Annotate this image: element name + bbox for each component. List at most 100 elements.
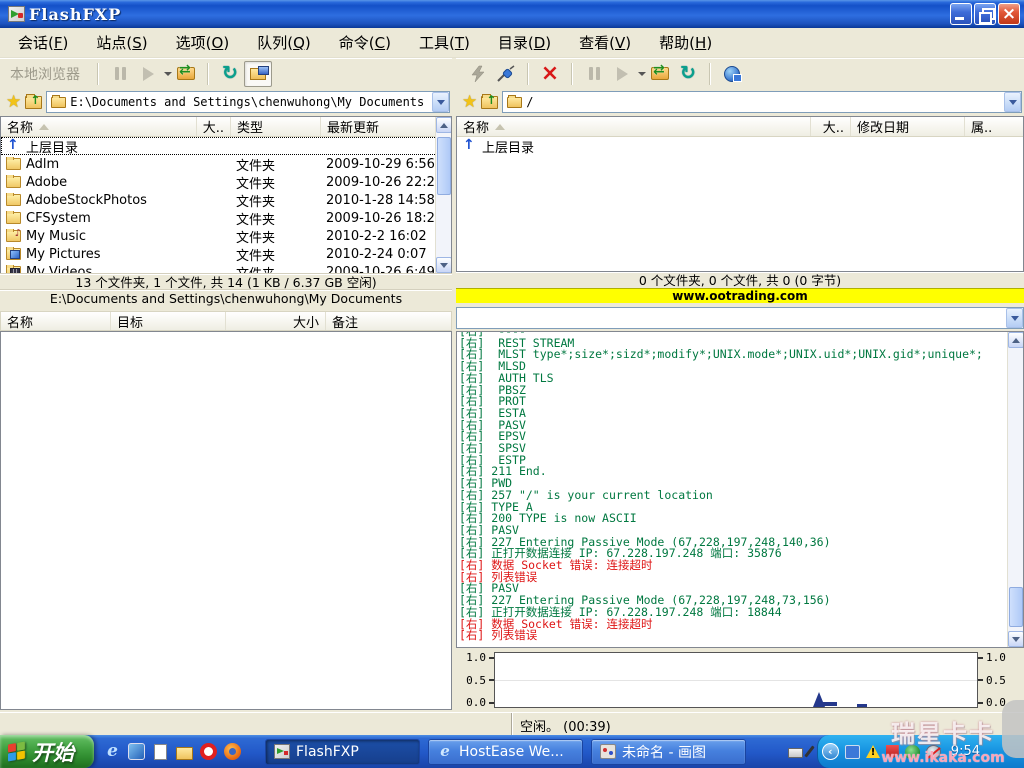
- local-view-toggle-button[interactable]: [244, 61, 272, 87]
- up-directory-icon[interactable]: [25, 96, 42, 109]
- refresh-button[interactable]: ↻: [216, 61, 244, 87]
- log-scroll-down-button[interactable]: [1008, 631, 1024, 647]
- speed-graph-plot: [494, 652, 978, 708]
- favorites-icon[interactable]: ★: [6, 94, 21, 111]
- quick-launch-icon[interactable]: [154, 744, 167, 760]
- remote-view-button[interactable]: [718, 61, 746, 87]
- task-button[interactable]: 未命名 - 画图: [591, 739, 746, 765]
- remote-file-row[interactable]: 上层目录: [457, 137, 1023, 155]
- file-row[interactable]: 上层目录: [1, 137, 437, 155]
- menu-item[interactable]: 选项(O): [164, 29, 242, 56]
- local-path-dropdown-icon[interactable]: [432, 92, 449, 112]
- remote-resume-button[interactable]: [608, 61, 636, 87]
- refresh-icon: ↻: [222, 64, 238, 83]
- file-row[interactable]: AdobeStockPhotos 文件夹 2010-1-28 14:58: [1, 191, 437, 209]
- menu-item[interactable]: 命令(C): [327, 29, 403, 56]
- file-row[interactable]: CFSystem 文件夹 2009-10-26 18:29: [1, 209, 437, 227]
- close-button[interactable]: ×: [998, 3, 1020, 25]
- disconnect-button[interactable]: ×: [536, 61, 564, 87]
- tray-icon[interactable]: [804, 745, 814, 757]
- menu-item[interactable]: 队列(Q): [245, 29, 323, 56]
- ad-banner[interactable]: www.ootrading.com: [456, 288, 1024, 303]
- remote-path-dropdown-icon[interactable]: [1004, 92, 1021, 112]
- queue-column-remark[interactable]: 备注: [326, 312, 451, 330]
- resume-dropdown-icon[interactable]: [164, 72, 172, 76]
- tray-icon[interactable]: [788, 748, 803, 758]
- local-list-scrollbar[interactable]: [435, 117, 451, 273]
- tray-icon[interactable]: [905, 745, 920, 759]
- restore-button[interactable]: [974, 3, 996, 25]
- scroll-down-button[interactable]: [436, 257, 452, 273]
- column-header-date[interactable]: 最新更新: [321, 117, 435, 136]
- quick-launch-icon[interactable]: e: [104, 743, 121, 760]
- connect-button[interactable]: [492, 61, 520, 87]
- queue-column-name[interactable]: 名称: [1, 312, 111, 330]
- remote-pause-button[interactable]: [580, 61, 608, 87]
- flashfxp-app-icon: [8, 6, 25, 22]
- quick-connect-button[interactable]: [464, 61, 492, 87]
- remote-status: 0 个文件夹, 0 个文件, 共 0 (0 字节): [456, 272, 1024, 288]
- scroll-up-button[interactable]: [436, 117, 452, 133]
- file-row[interactable]: My Pictures 文件夹 2010-2-24 0:07: [1, 245, 437, 263]
- log-scroll-up-button[interactable]: [1008, 332, 1024, 348]
- transfer-button[interactable]: [172, 61, 200, 87]
- remote-column-date[interactable]: 修改日期: [851, 117, 965, 136]
- column-header-size[interactable]: 大..: [197, 117, 231, 136]
- pause-button[interactable]: [106, 61, 134, 87]
- quick-launch-icon[interactable]: [176, 747, 193, 760]
- remote-column-name[interactable]: 名称: [457, 117, 811, 136]
- column-header-name[interactable]: 名称: [1, 117, 197, 136]
- remote-transfer-button[interactable]: [646, 61, 674, 87]
- quick-launch-icon[interactable]: [200, 743, 217, 760]
- remote-favorites-icon[interactable]: ★: [462, 94, 477, 111]
- minimize-button[interactable]: [950, 3, 972, 25]
- tray-icon[interactable]: [866, 745, 880, 758]
- log-scroll-thumb[interactable]: [1009, 587, 1023, 627]
- local-pathbar: ★ E:\Documents and Settings\chenwuhong\M…: [0, 88, 452, 116]
- file-row[interactable]: My Videos 文件夹 2009-10-26 6:49: [1, 263, 437, 274]
- resume-button[interactable]: [134, 61, 162, 87]
- remote-refresh-button[interactable]: ↻: [674, 61, 702, 87]
- remote-column-attr[interactable]: 属..: [965, 117, 1023, 136]
- local-path-combobox[interactable]: E:\Documents and Settings\chenwuhong\My …: [46, 91, 450, 113]
- scroll-thumb[interactable]: [437, 137, 451, 195]
- log-scrollbar[interactable]: [1007, 332, 1023, 647]
- quick-launch-icon[interactable]: [128, 743, 145, 760]
- quick-launch-icon[interactable]: [224, 743, 241, 760]
- remote-column-size[interactable]: 大..: [811, 117, 851, 136]
- queue-list[interactable]: [0, 331, 452, 710]
- menu-item[interactable]: 会话(F): [6, 29, 80, 56]
- command-dropdown-icon[interactable]: [1006, 308, 1023, 328]
- menu-item[interactable]: 目录(D): [486, 29, 563, 56]
- local-list-header: 名称 大.. 类型 最新更新: [1, 117, 451, 137]
- column-header-type[interactable]: 类型: [231, 117, 321, 136]
- hide-tray-icons-chevron[interactable]: ‹: [822, 743, 839, 760]
- statusbar-idle-text: 空闲。 (00:39): [512, 713, 1024, 735]
- file-row[interactable]: Adobe 文件夹 2009-10-26 22:22: [1, 173, 437, 191]
- remote-path-combobox[interactable]: /: [502, 91, 1022, 113]
- file-row[interactable]: Adlm 文件夹 2009-10-29 6:56: [1, 155, 437, 173]
- start-button[interactable]: 开始: [0, 735, 94, 768]
- remote-path-value: /: [526, 95, 533, 109]
- task-button[interactable]: FlashFXP: [265, 739, 420, 765]
- tray-icon[interactable]: [886, 745, 899, 759]
- remote-resume-dropdown-icon[interactable]: [638, 72, 646, 76]
- local-status-counts: 13 个文件夹, 1 个文件, 共 14 (1 KB / 6.37 GB 空闲): [0, 274, 452, 290]
- quick-launch: e: [94, 743, 251, 760]
- queue-column-size[interactable]: 大小: [226, 312, 326, 330]
- task-button[interactable]: eHostEase We...: [428, 739, 583, 765]
- log-line: [右] MLST type*;size*;sizd*;modify*;UNIX.…: [459, 349, 1006, 361]
- queue-column-target[interactable]: 目标: [111, 312, 226, 330]
- menu-item[interactable]: 站点(S): [84, 29, 159, 56]
- lightning-icon: [469, 65, 487, 83]
- command-bar: [456, 305, 1024, 331]
- tray-icon[interactable]: [845, 745, 860, 759]
- folder-icon: [51, 97, 66, 108]
- menu-item[interactable]: 查看(V): [567, 29, 643, 56]
- file-row[interactable]: My Music 文件夹 2010-2-2 16:02: [1, 227, 437, 245]
- tray-icon[interactable]: [926, 745, 941, 759]
- menu-item[interactable]: 工具(T): [407, 29, 482, 56]
- menu-item[interactable]: 帮助(H): [647, 29, 724, 56]
- remote-up-directory-icon[interactable]: [481, 96, 498, 109]
- command-input[interactable]: [456, 307, 1024, 329]
